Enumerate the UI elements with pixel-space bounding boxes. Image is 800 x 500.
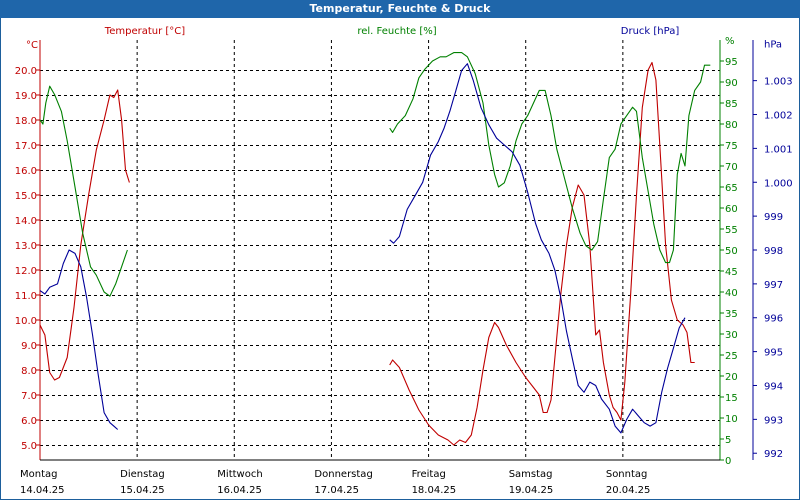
left-axis-tick-label: 10.0: [15, 316, 37, 327]
x-axis-date-label: 19.04.25: [509, 485, 554, 496]
middle-axis-unit: %: [725, 36, 735, 47]
series-line-middle-0: [39, 85, 128, 297]
middle-axis-tick-label: 20: [725, 372, 738, 383]
labels-layer: 5.0 6.0 7.0 8.0 9.0 10.0 11.0 12.0 13.0 14.0 15.0 1…: [15, 36, 793, 496]
left-axis-tick-label: 16.0: [15, 166, 37, 177]
x-axis-day-label: Montag: [20, 469, 57, 480]
series-line-left-1: [389, 61, 695, 446]
series-line-left-0: [39, 89, 130, 381]
middle-axis-tick-label: 95: [725, 57, 738, 68]
middle-axis-tick-label: 75: [725, 141, 738, 152]
x-axis-day-label: Dienstag: [120, 469, 165, 480]
series-line-right-1: [389, 63, 686, 434]
middle-axis-tick-label: 25: [725, 351, 738, 362]
middle-axis-header: rel. Feuchte [%]: [357, 26, 436, 37]
left-axis-tick-label: 20.0: [15, 66, 37, 77]
middle-axis-tick-label: 65: [725, 183, 738, 194]
x-axis-day-label: Sonntag: [606, 469, 648, 480]
series-line-middle-1: [389, 52, 711, 264]
right-axis-tick-label: 995: [764, 348, 783, 359]
right-axis-tick-label: 1.002: [764, 111, 793, 122]
left-axis-tick-label: 19.0: [15, 91, 37, 102]
grid-layer: [40, 40, 720, 460]
x-axis-date-label: 18.04.25: [412, 485, 457, 496]
left-axis-unit: °C: [26, 40, 38, 51]
middle-axis-tick-label: 5: [725, 435, 731, 446]
right-axis-header: Druck [hPa]: [621, 26, 680, 37]
left-axis-tick-label: 15.0: [15, 191, 37, 202]
x-axis-day-label: Donnerstag: [314, 469, 372, 480]
left-axis-header: Temperatur [°C]: [104, 26, 185, 37]
middle-axis-tick-label: 35: [725, 309, 738, 320]
right-axis-tick-label: 997: [764, 280, 783, 291]
middle-axis-tick-label: 70: [725, 162, 738, 173]
x-axis-date-label: 20.04.25: [606, 485, 651, 496]
x-axis-day-label: Samstag: [509, 469, 553, 480]
middle-axis-tick-label: 0: [725, 456, 731, 467]
right-axis-tick-label: 1.001: [764, 144, 793, 155]
x-axis-date-label: 14.04.25: [20, 485, 65, 496]
left-axis-tick-label: 18.0: [15, 116, 37, 127]
middle-axis-tick-label: 40: [725, 288, 738, 299]
middle-axis-tick-label: 45: [725, 267, 738, 278]
right-axis-tick-label: 1.003: [764, 77, 793, 88]
x-axis-day-label: Mittwoch: [217, 469, 262, 480]
middle-axis-tick-label: 10: [725, 414, 738, 425]
left-axis-tick-label: 9.0: [21, 341, 37, 352]
middle-axis-tick-label: 15: [725, 393, 738, 404]
right-axis-tick-label: 994: [764, 381, 783, 392]
x-axis-date-label: 15.04.25: [120, 485, 165, 496]
x-axis-date-label: 16.04.25: [217, 485, 262, 496]
right-axis-unit: hPa: [764, 39, 782, 50]
left-axis-tick-label: 12.0: [15, 266, 37, 277]
middle-axis-tick-label: 80: [725, 120, 738, 131]
right-axis-tick-label: 992: [764, 449, 783, 460]
left-axis-tick-label: 5.0: [21, 441, 37, 452]
right-axis-tick-label: 996: [764, 314, 783, 325]
series-layer: [39, 52, 711, 446]
middle-axis-tick-label: 60: [725, 204, 738, 215]
middle-axis-tick-label: 50: [725, 246, 738, 257]
axes-layer: [36, 40, 757, 461]
series-line-right-0: [39, 249, 119, 430]
x-axis-date-label: 17.04.25: [314, 485, 359, 496]
left-axis-tick-label: 14.0: [15, 216, 37, 227]
right-axis-tick-label: 1.000: [764, 178, 793, 189]
left-axis-tick-label: 8.0: [21, 366, 37, 377]
right-axis-tick-label: 998: [764, 246, 783, 257]
middle-axis-tick-label: 90: [725, 78, 738, 89]
left-axis-tick-label: 17.0: [15, 141, 37, 152]
left-axis-tick-label: 7.0: [21, 391, 37, 402]
right-axis-tick-label: 993: [764, 415, 783, 426]
left-axis-tick-label: 11.0: [15, 291, 37, 302]
right-axis-tick-label: 999: [764, 212, 783, 223]
middle-axis-tick-label: 85: [725, 99, 738, 110]
middle-axis-tick-label: 30: [725, 330, 738, 341]
middle-axis-tick-label: 55: [725, 225, 738, 236]
left-axis-tick-label: 13.0: [15, 241, 37, 252]
chart-svg: 5.0 6.0 7.0 8.0 9.0 10.0 11.0 12.0 13.0 14.0 15.0 1…: [15, 26, 793, 496]
x-axis-day-label: Freitag: [412, 469, 446, 480]
left-axis-tick-label: 6.0: [21, 416, 37, 427]
